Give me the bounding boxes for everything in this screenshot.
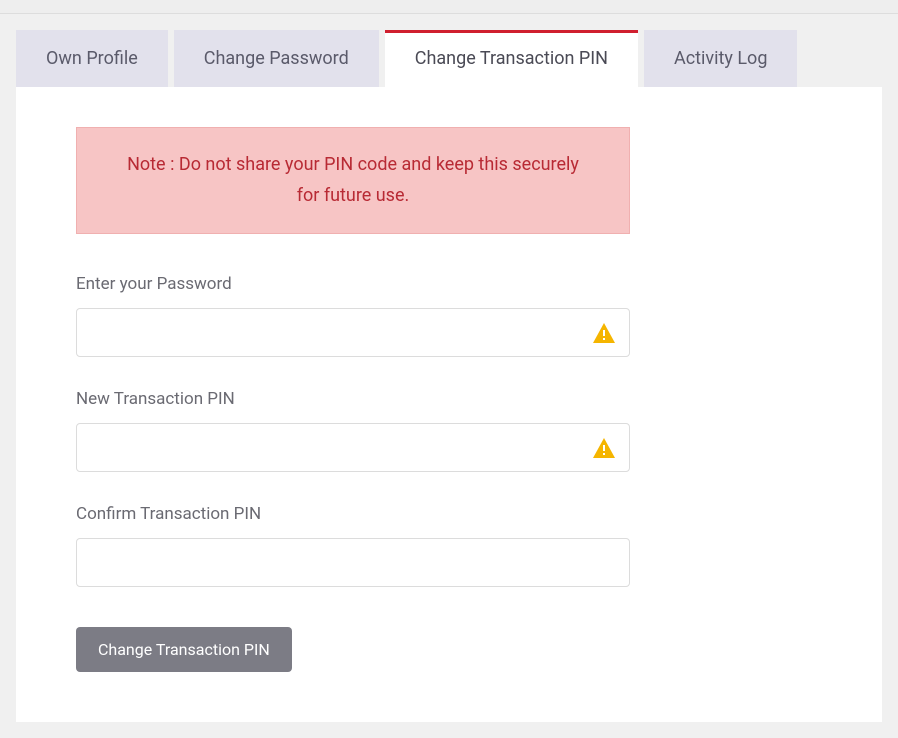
password-group: Enter your Password [76,274,630,357]
password-label: Enter your Password [76,274,630,294]
confirm-pin-input[interactable] [76,538,630,587]
content-panel: Note : Do not share your PIN code and ke… [16,87,882,722]
security-note-alert: Note : Do not share your PIN code and ke… [76,127,630,234]
password-input-wrapper [76,308,630,357]
new-pin-input-wrapper [76,423,630,472]
submit-button[interactable]: Change Transaction PIN [76,627,292,672]
password-input[interactable] [76,308,630,357]
page-container: Own Profile Change Password Change Trans… [0,14,898,738]
new-pin-input[interactable] [76,423,630,472]
tab-own-profile[interactable]: Own Profile [16,30,168,87]
tab-change-password[interactable]: Change Password [174,30,379,87]
confirm-pin-input-wrapper [76,538,630,587]
confirm-pin-group: Confirm Transaction PIN [76,504,630,587]
confirm-pin-label: Confirm Transaction PIN [76,504,630,524]
tab-bar: Own Profile Change Password Change Trans… [16,30,882,87]
top-bar [0,0,898,14]
tab-change-transaction-pin[interactable]: Change Transaction PIN [385,30,638,87]
tab-activity-log[interactable]: Activity Log [644,30,797,87]
new-pin-label: New Transaction PIN [76,389,630,409]
new-pin-group: New Transaction PIN [76,389,630,472]
